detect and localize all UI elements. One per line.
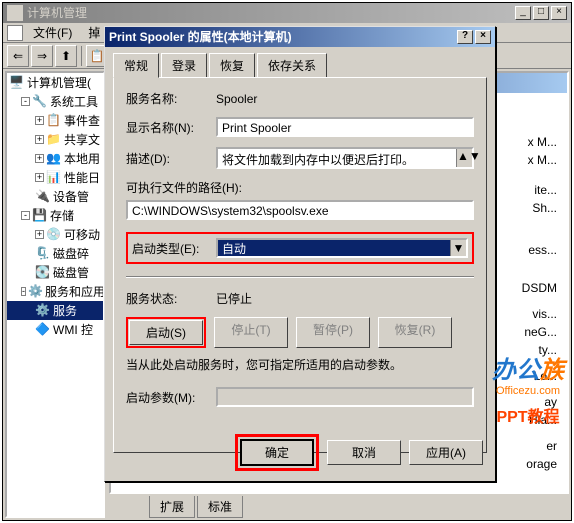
- separator: [81, 46, 82, 66]
- tab-extended[interactable]: 扩展: [149, 496, 195, 518]
- tree-disk[interactable]: 💽磁盘管: [7, 263, 103, 282]
- help-button[interactable]: ?: [457, 30, 473, 44]
- menu-icon: [7, 25, 23, 41]
- dialog-titlebar: Print Spooler 的属性(本地计算机) ? ×: [105, 27, 495, 47]
- properties-dialog: Print Spooler 的属性(本地计算机) ? × 常规 登录 恢复 依存…: [104, 26, 496, 482]
- tree-device[interactable]: 🔌设备管: [7, 187, 103, 206]
- start-highlight: 启动(S): [126, 317, 206, 348]
- tab-standard[interactable]: 标准: [197, 496, 243, 518]
- tree-local-users[interactable]: +👥本地用: [7, 149, 103, 168]
- ok-button[interactable]: 确定: [240, 439, 314, 466]
- description-label: 描述(D):: [126, 150, 216, 167]
- apply-button[interactable]: 应用(A): [409, 440, 483, 465]
- dialog-title: Print Spooler 的属性(本地计算机): [109, 27, 292, 47]
- tree-storage[interactable]: -💾存储: [7, 206, 103, 225]
- mmc-titlebar: 计算机管理 _ □ ×: [3, 3, 571, 23]
- close-button[interactable]: ×: [551, 6, 567, 20]
- tree-removable[interactable]: +💿可移动: [7, 225, 103, 244]
- chevron-down-icon[interactable]: ▼: [450, 240, 466, 256]
- tree-perf[interactable]: +📊性能日: [7, 168, 103, 187]
- menu-file[interactable]: 文件(F): [27, 22, 78, 43]
- hint-text: 当从此处启动服务时，您可指定所适用的启动参数。: [126, 356, 474, 373]
- forward-button[interactable]: ⇒: [31, 45, 53, 67]
- startup-highlight: 启动类型(E): 自动 ▼: [126, 232, 474, 264]
- startup-type-dropdown[interactable]: 自动 ▼: [216, 238, 468, 258]
- window-title: 计算机管理: [27, 3, 87, 23]
- cancel-button[interactable]: 取消: [327, 440, 401, 465]
- status-value: 已停止: [216, 290, 474, 307]
- tree-event-viewer[interactable]: +📋事件查: [7, 111, 103, 130]
- status-label: 服务状态:: [126, 290, 216, 307]
- app-icon: [7, 5, 23, 21]
- tree-pane[interactable]: 🖥️计算机管理( -🔧系统工具 +📋事件查 +📁共享文 +👥本地用 +📊性能日 …: [5, 71, 105, 518]
- stop-button: 停止(T): [214, 317, 288, 348]
- start-button[interactable]: 启动(S): [129, 320, 203, 345]
- maximize-button[interactable]: □: [533, 6, 549, 20]
- pause-button: 暂停(P): [296, 317, 370, 348]
- ok-highlight: 确定: [235, 434, 319, 471]
- menu-action[interactable]: 掉: [82, 22, 106, 43]
- dialog-close-button[interactable]: ×: [475, 30, 491, 44]
- tab-recovery[interactable]: 恢复: [209, 53, 255, 77]
- tree-root[interactable]: 🖥️计算机管理(: [7, 73, 103, 92]
- tree-services-apps[interactable]: -⚙️服务和应用: [7, 282, 103, 301]
- tab-general[interactable]: 常规: [113, 53, 159, 78]
- description-field[interactable]: 将文件加载到内存中以便迟后打印。 ▲▼: [216, 147, 474, 169]
- tree-shared[interactable]: +📁共享文: [7, 130, 103, 149]
- exe-path-field: C:\WINDOWS\system32\spoolsv.exe: [126, 200, 474, 220]
- back-button[interactable]: ⇐: [7, 45, 29, 67]
- tree-services[interactable]: ⚙️服务: [7, 301, 103, 320]
- startup-type-label: 启动类型(E):: [132, 240, 216, 257]
- resume-button: 恢复(R): [378, 317, 452, 348]
- bottom-tabs: 扩展 标准: [109, 494, 569, 518]
- dialog-buttons: 确定 取消 应用(A): [235, 434, 483, 471]
- minimize-button[interactable]: _: [515, 6, 531, 20]
- divider: [126, 276, 474, 278]
- start-params-label: 启动参数(M):: [126, 389, 216, 406]
- service-name-label: 服务名称:: [126, 90, 216, 107]
- control-buttons: 启动(S) 停止(T) 暂停(P) 恢复(R): [126, 317, 474, 348]
- tree-wmi[interactable]: 🔷WMI 控: [7, 320, 103, 339]
- scrollbar[interactable]: ▲▼: [456, 149, 472, 167]
- service-name-value: Spooler: [216, 92, 474, 106]
- up-button[interactable]: ⬆: [55, 45, 77, 67]
- display-name-label: 显示名称(N):: [126, 119, 216, 136]
- tree-defrag[interactable]: 🗜️磁盘碎: [7, 244, 103, 263]
- dialog-tabs: 常规 登录 恢复 依存关系: [105, 47, 495, 77]
- general-panel: 服务名称: Spooler 显示名称(N): Print Spooler 描述(…: [113, 77, 487, 453]
- display-name-field[interactable]: Print Spooler: [216, 117, 474, 137]
- tab-deps[interactable]: 依存关系: [257, 53, 327, 77]
- tree-system-tools[interactable]: -🔧系统工具: [7, 92, 103, 111]
- exe-path-label: 可执行文件的路径(H):: [126, 179, 474, 196]
- tab-logon[interactable]: 登录: [161, 53, 207, 77]
- start-params-field: [216, 387, 474, 407]
